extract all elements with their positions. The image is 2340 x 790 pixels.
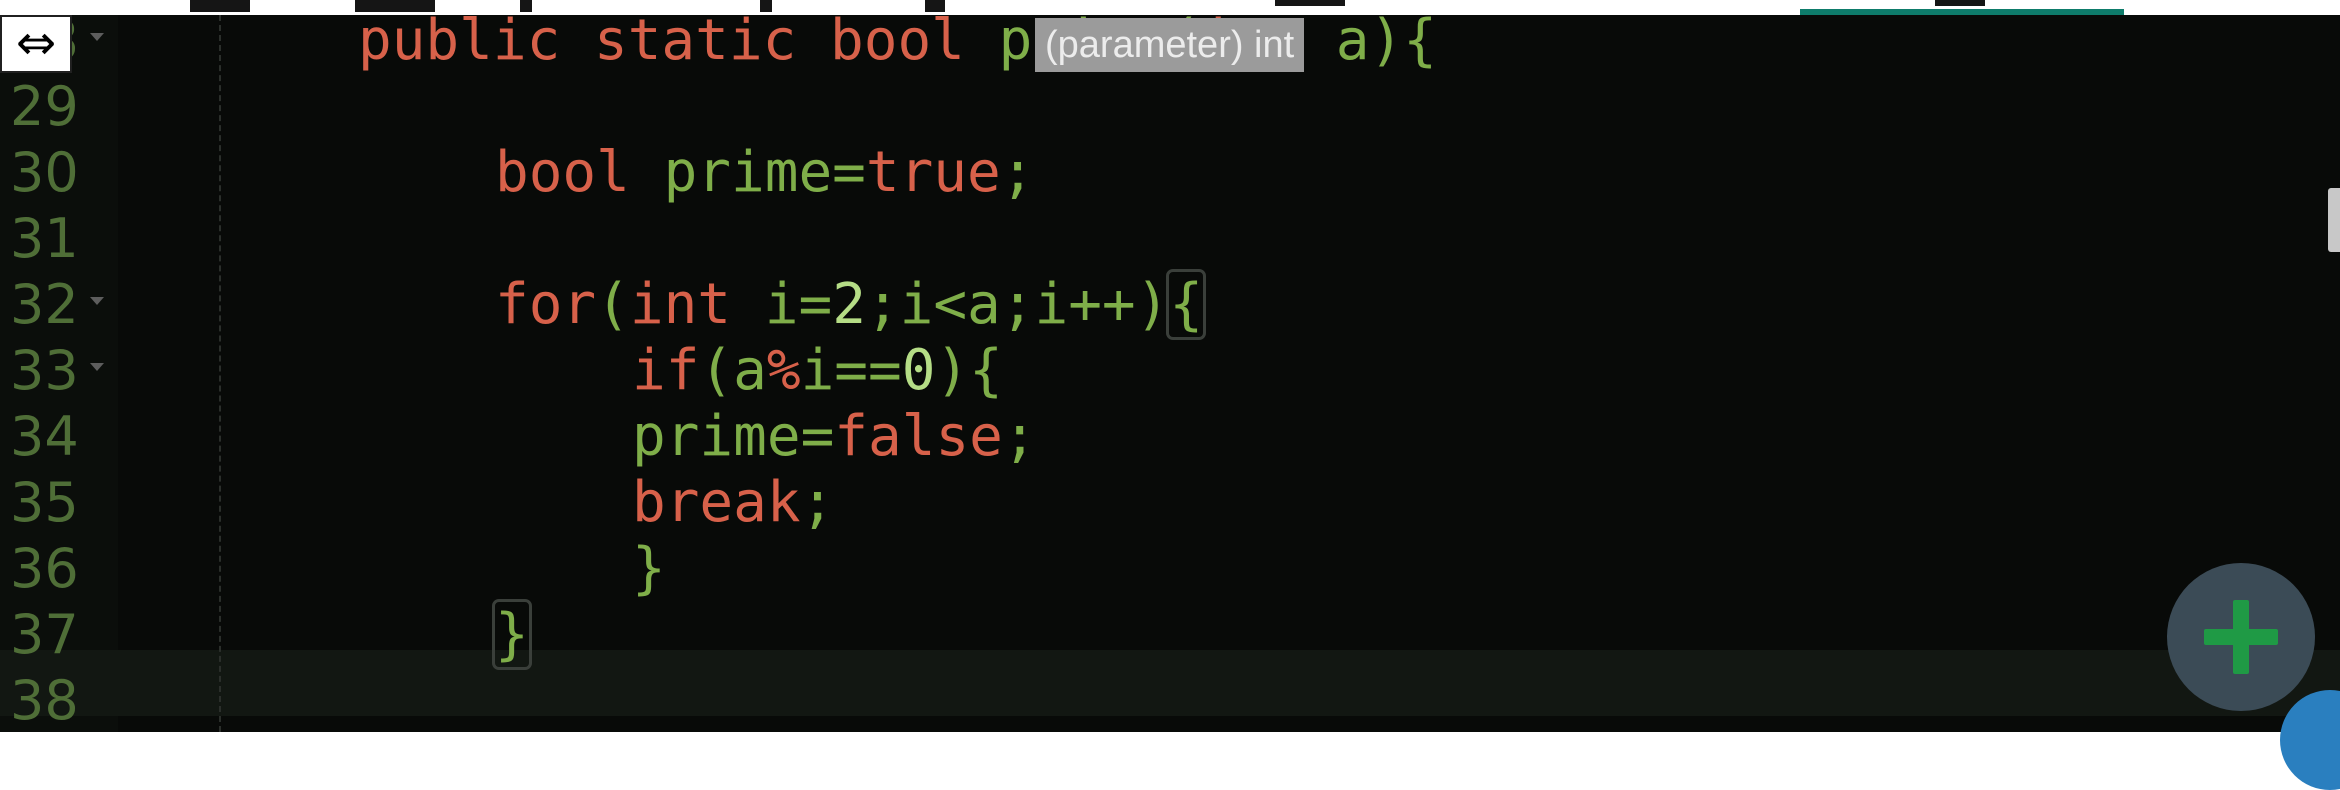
code-text: for(int i=2;i<a;i++){ xyxy=(495,269,1207,340)
line-number: 38 xyxy=(10,669,79,732)
code-token: prime= xyxy=(663,140,866,205)
code-token: false xyxy=(834,404,1003,469)
top-toolbar xyxy=(0,0,2340,15)
toolbar-fragment xyxy=(760,0,772,12)
line-number: 37 xyxy=(10,603,79,666)
code-token: true xyxy=(865,140,1001,205)
line-number: 32 xyxy=(10,273,79,336)
plus-icon xyxy=(2233,600,2249,674)
code-line[interactable]: 35 break; xyxy=(0,470,2340,536)
code-text: if(a%i==0){ xyxy=(632,338,1003,404)
code-token: bool xyxy=(495,140,664,205)
code-token: public static bool xyxy=(358,15,999,73)
code-line[interactable]: 37} xyxy=(0,599,2340,670)
matched-brace: } xyxy=(492,599,532,670)
code-token: prime= xyxy=(632,404,835,469)
code-token: % xyxy=(766,338,801,403)
hover-tooltip: (parameter) int xyxy=(1035,18,1305,72)
line-number: 30 xyxy=(10,141,79,204)
code-line[interactable]: 30 bool prime=true; xyxy=(0,140,2340,206)
code-token: i== xyxy=(800,338,902,403)
code-token: ; xyxy=(1002,404,1037,469)
code-token: ;i<a;i++) xyxy=(865,272,1170,337)
line-number: 33 xyxy=(10,339,79,402)
line-number: 35 xyxy=(10,471,79,534)
code-token: for xyxy=(495,272,597,337)
fold-arrow-icon[interactable] xyxy=(90,33,104,41)
fold-arrow-icon[interactable] xyxy=(90,363,104,371)
matched-brace: { xyxy=(1166,269,1207,340)
code-line[interactable]: 34 prime=false; xyxy=(0,404,2340,470)
code-token: ){ xyxy=(935,338,1003,403)
toolbar-fragment xyxy=(1275,0,1345,6)
code-token: a){ xyxy=(1302,15,1437,73)
code-line[interactable]: 31 xyxy=(0,206,2340,272)
code-text: break; xyxy=(632,470,834,536)
resize-horizontal-icon[interactable]: ⇔ xyxy=(0,15,72,73)
toolbar-fragment xyxy=(925,0,945,12)
code-line[interactable]: 29 xyxy=(0,74,2340,140)
code-token: if xyxy=(632,338,700,403)
code-token: ( xyxy=(596,272,630,337)
code-line[interactable]: 33 if(a%i==0){ xyxy=(0,338,2340,404)
code-token: (a xyxy=(699,338,767,403)
toolbar-fragment xyxy=(190,0,250,12)
add-button[interactable] xyxy=(2167,563,2315,711)
scrollbar-thumb[interactable] xyxy=(2328,188,2340,252)
code-token: break xyxy=(632,470,801,535)
code-line[interactable]: 36} xyxy=(0,536,2340,602)
fold-arrow-icon[interactable] xyxy=(90,297,104,305)
toolbar-fragment xyxy=(520,0,532,12)
line-number: 31 xyxy=(10,207,79,270)
line-number: 34 xyxy=(10,405,79,468)
code-text: } xyxy=(632,536,666,602)
code-line[interactable]: 38 xyxy=(0,668,2340,732)
code-token: i= xyxy=(731,272,833,337)
code-token: int xyxy=(629,272,732,337)
code-token: } xyxy=(632,536,666,601)
code-text: } xyxy=(492,599,532,670)
code-text: prime=false; xyxy=(632,404,1037,470)
line-number: 29 xyxy=(10,75,79,138)
toolbar-fragment xyxy=(1935,0,1985,6)
line-number: 36 xyxy=(10,537,79,600)
code-line[interactable]: 32 for(int i=2;i<a;i++){ xyxy=(0,269,2340,340)
code-editor[interactable]: 28public static bool prime(int a){2930bo… xyxy=(0,15,2340,732)
code-token: 2 xyxy=(832,272,866,337)
code-text: bool prime=true; xyxy=(495,140,1034,206)
toolbar-fragment xyxy=(355,0,435,12)
code-token: ; xyxy=(1000,140,1035,205)
code-token: 0 xyxy=(901,338,936,403)
code-token: ; xyxy=(800,470,835,535)
